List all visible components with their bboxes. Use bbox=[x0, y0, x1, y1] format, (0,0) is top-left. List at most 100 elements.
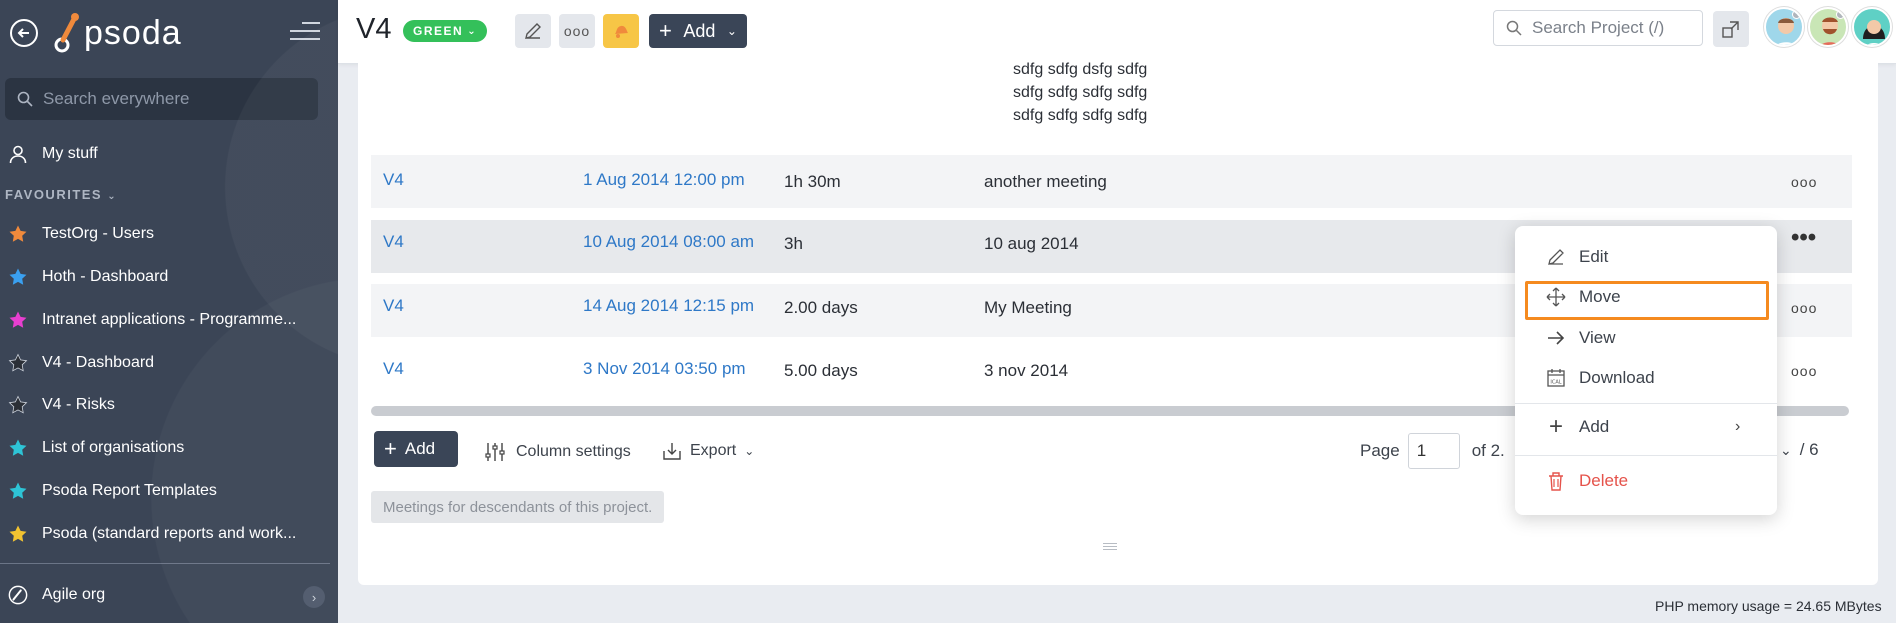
pagination: Page of 2. bbox=[1360, 433, 1505, 469]
notifications-button[interactable] bbox=[603, 14, 639, 48]
menu-item-view[interactable]: View bbox=[1545, 323, 1760, 353]
logo-text: psoda bbox=[84, 13, 182, 52]
sidebar-item-label: Agile org bbox=[42, 586, 106, 603]
table-row: sdfg sdfg dsfg sdfg sdfg sdfg sdfg sdfg … bbox=[371, 55, 1852, 155]
row-actions-icon[interactable]: ooo bbox=[1791, 363, 1817, 379]
search-icon bbox=[1506, 20, 1522, 36]
sidebar-favourite-item[interactable]: Hoth - Dashboard bbox=[0, 259, 338, 295]
star-icon bbox=[8, 395, 28, 415]
menu-item-edit[interactable]: Edit bbox=[1545, 242, 1760, 272]
sidebar-favourite-item[interactable]: List of organisations bbox=[0, 430, 338, 466]
start-date-link[interactable]: 3 Nov 2014 03:50 pm bbox=[583, 359, 746, 379]
menu-item-delete[interactable]: Delete bbox=[1545, 466, 1760, 496]
column-settings-button[interactable]: Column settings bbox=[484, 441, 631, 463]
row-actions-icon[interactable]: ooo bbox=[1791, 174, 1817, 190]
sidebar: psoda My stuff FAVOURITES ⌄ TestOrg - Us… bbox=[0, 0, 338, 623]
avatar[interactable] bbox=[1764, 7, 1804, 47]
clipped-text bbox=[371, 45, 1852, 53]
more-dots-icon: ooo bbox=[563, 23, 591, 39]
sidebar-item-org[interactable]: Agile org bbox=[0, 577, 338, 613]
avatar[interactable] bbox=[1808, 7, 1848, 47]
add-button[interactable]: + Add ⌄ bbox=[649, 14, 747, 48]
back-arrow-icon[interactable] bbox=[10, 19, 38, 47]
resize-handle[interactable] bbox=[1103, 543, 1117, 552]
calendar-download-icon: ICAL bbox=[1545, 367, 1567, 389]
meeting-text-block: sdfg sdfg dsfg sdfg sdfg sdfg sdfg sdfg … bbox=[1013, 61, 1148, 124]
sidebar-item-label: Intranet applications - Programme... bbox=[42, 311, 297, 328]
pencil-icon bbox=[1545, 246, 1567, 268]
table-row[interactable]: V4 1 Aug 2014 12:00 pm 1h 30m another me… bbox=[371, 155, 1852, 208]
search-project-input[interactable] bbox=[1532, 18, 1702, 38]
avatar[interactable] bbox=[1852, 7, 1892, 47]
meeting-title: My Meeting bbox=[984, 298, 1072, 317]
chevron-down-icon: ⌄ bbox=[1780, 441, 1792, 458]
memory-usage: PHP memory usage = 24.65 MBytes bbox=[1655, 598, 1882, 614]
sliders-icon bbox=[485, 443, 505, 461]
star-icon bbox=[8, 438, 28, 458]
favourites-heading[interactable]: FAVOURITES ⌄ bbox=[5, 187, 117, 202]
project-link[interactable]: V4 bbox=[383, 232, 404, 252]
export-button[interactable]: Export ⌄ bbox=[662, 441, 754, 461]
user-icon bbox=[8, 144, 28, 164]
row-actions-icon[interactable]: ooo bbox=[1791, 300, 1817, 316]
row-context-menu: Edit Move View ICAL Download + Add › Del… bbox=[1515, 226, 1777, 515]
search-icon bbox=[17, 91, 33, 107]
search-everywhere-input[interactable] bbox=[43, 89, 303, 109]
star-icon bbox=[8, 524, 28, 544]
star-icon bbox=[8, 224, 28, 244]
psoda-logo-icon bbox=[54, 13, 79, 53]
sidebar-top: psoda bbox=[0, 0, 338, 64]
sidebar-item-label: List of organisations bbox=[42, 439, 185, 456]
project-search[interactable] bbox=[1493, 10, 1703, 46]
description-note: Meetings for descendants of this project… bbox=[371, 491, 665, 523]
project-link[interactable]: V4 bbox=[383, 296, 404, 316]
sidebar-search[interactable] bbox=[5, 78, 318, 120]
switch-view-button[interactable] bbox=[1713, 11, 1749, 47]
sidebar-item-label: V4 - Dashboard bbox=[42, 354, 155, 371]
sidebar-divider bbox=[0, 563, 330, 564]
project-link[interactable]: V4 bbox=[383, 359, 404, 379]
duration: 3h bbox=[784, 234, 803, 253]
project-link[interactable]: V4 bbox=[383, 170, 404, 190]
sidebar-favourite-item[interactable]: V4 - Dashboard bbox=[0, 345, 338, 381]
start-date-link[interactable]: 10 Aug 2014 08:00 am bbox=[583, 232, 754, 252]
sidebar-favourite-item[interactable]: TestOrg - Users bbox=[0, 216, 338, 252]
duration: 5.00 days bbox=[784, 361, 858, 380]
plus-icon: + bbox=[659, 18, 672, 43]
add-meeting-button[interactable]: + Add bbox=[374, 431, 458, 467]
menu-item-add[interactable]: + Add › bbox=[1545, 412, 1760, 442]
start-date-link[interactable]: 1 Aug 2014 12:00 pm bbox=[583, 170, 745, 190]
per-page-selector[interactable]: ⌄ / 6 bbox=[1780, 440, 1819, 460]
sidebar-favourite-item[interactable]: Psoda (standard reports and work... bbox=[0, 516, 338, 552]
organisation-icon bbox=[8, 585, 28, 605]
sidebar-item-label: TestOrg - Users bbox=[42, 225, 155, 242]
presence-dot bbox=[1836, 10, 1845, 19]
collapse-menu-icon[interactable] bbox=[290, 22, 320, 44]
chevron-down-icon: ⌄ bbox=[107, 191, 118, 202]
chevron-down-icon: ⌄ bbox=[744, 444, 755, 458]
status-badge[interactable]: GREEN ⌄ bbox=[403, 20, 488, 42]
sidebar-favourite-item[interactable]: V4 - Risks bbox=[0, 387, 338, 423]
chevron-right-icon[interactable]: › bbox=[303, 586, 325, 608]
presence-dot bbox=[1792, 10, 1801, 19]
plus-icon: + bbox=[384, 436, 397, 461]
svg-text:ICAL: ICAL bbox=[1550, 380, 1561, 386]
export-icon bbox=[663, 443, 681, 460]
plus-icon: + bbox=[1548, 413, 1563, 440]
star-icon bbox=[8, 267, 28, 287]
menu-item-move[interactable]: Move bbox=[1545, 282, 1760, 312]
more-options-button[interactable]: ooo bbox=[559, 14, 595, 48]
edit-button[interactable] bbox=[515, 14, 551, 48]
sidebar-favourite-item[interactable]: Psoda Report Templates bbox=[0, 473, 338, 509]
meeting-title: another meeting bbox=[984, 172, 1107, 191]
sidebar-item-label: My stuff bbox=[42, 145, 98, 162]
start-date-link[interactable]: 14 Aug 2014 12:15 pm bbox=[583, 296, 754, 316]
menu-item-download[interactable]: ICAL Download bbox=[1545, 363, 1760, 393]
psoda-logo[interactable]: psoda bbox=[54, 10, 182, 56]
sidebar-item-my-stuff[interactable]: My stuff bbox=[0, 136, 338, 172]
row-actions-icon[interactable]: ••• bbox=[1791, 224, 1816, 252]
arrow-right-icon bbox=[1545, 327, 1567, 349]
sidebar-favourite-item[interactable]: Intranet applications - Programme... bbox=[0, 302, 338, 338]
page-number-input[interactable] bbox=[1407, 433, 1460, 469]
page-title: V4 bbox=[356, 13, 392, 45]
